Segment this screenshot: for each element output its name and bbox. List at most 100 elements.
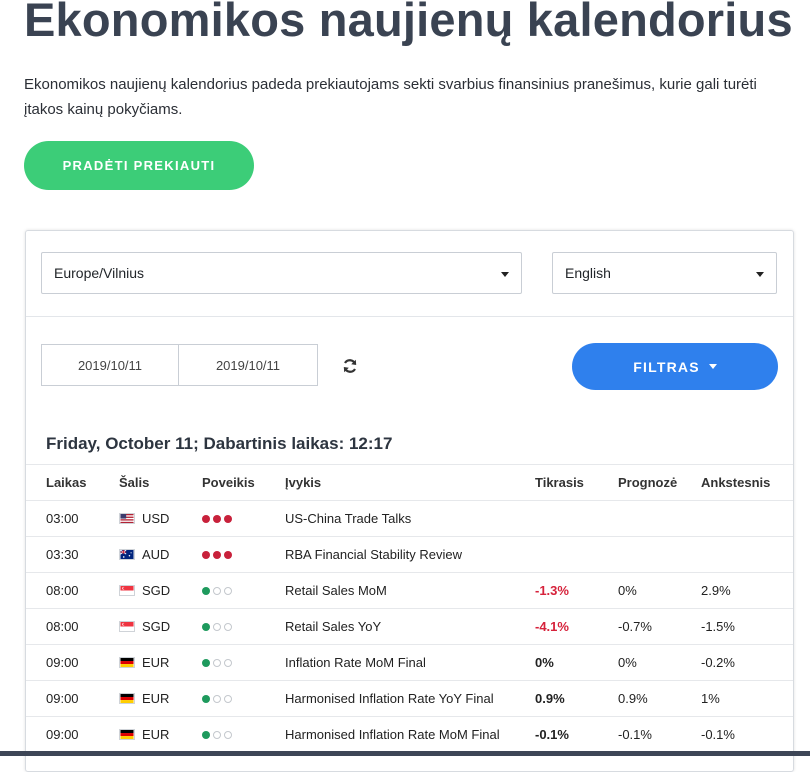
caret-down-icon [708,364,717,369]
bottom-bar [0,751,810,756]
impact-dot-icon [224,551,232,559]
impact-dot-icon [213,731,221,739]
timezone-value: Europe/Vilnius [54,265,145,281]
impact-dot-icon [213,551,221,559]
column-header-time: Laikas [46,475,87,490]
intro-text: Ekonomikos naujienų kalendorius padeda p… [24,76,757,118]
event-actual: -0.1% [535,727,569,742]
event-name[interactable]: Harmonised Inflation Rate MoM Final [285,717,500,753]
event-name[interactable]: Retail Sales MoM [285,573,387,609]
table-row[interactable]: 03:00 USD US-China Trade Talks [26,500,793,537]
table-header: Laikas Šalis Poveikis Įvykis Tikrasis Pr… [26,464,793,501]
event-time: 09:00 [46,727,79,742]
event-previous: 2.9% [701,583,731,598]
language-select[interactable]: English [552,252,777,294]
impact-dot-icon [224,695,232,703]
column-header-previous: Ankstesnis [701,475,771,490]
au-flag-icon [119,549,135,560]
impact-dot-icon [202,551,210,559]
event-currency: AUD [142,547,170,562]
chevron-down-icon [756,272,764,277]
impact-indicator [202,551,232,559]
table-row[interactable]: 08:00 SGD Retail Sales MoM -1.3% 0% 2.9% [26,572,793,609]
us-flag-icon [119,513,135,524]
impact-dot-icon [213,659,221,667]
event-currency: USD [142,511,170,526]
language-value: English [565,265,611,281]
impact-dot-icon [202,623,210,631]
event-time: 09:00 [46,691,79,706]
column-header-event: Įvykis [285,475,322,490]
event-previous: -0.1% [701,727,735,742]
economic-calendar-widget: Europe/Vilnius English 2019/10/11 2019/1… [25,230,794,772]
event-name[interactable]: US-China Trade Talks [285,501,411,537]
chevron-down-icon [501,272,509,277]
event-time: 03:30 [46,547,79,562]
event-currency: EUR [142,691,170,706]
filter-button[interactable]: FILTRAS [572,343,778,390]
date-from-input[interactable]: 2019/10/11 [41,344,179,386]
timezone-select[interactable]: Europe/Vilnius [41,252,522,294]
event-name[interactable]: Harmonised Inflation Rate YoY Final [285,681,494,717]
impact-dot-icon [202,731,210,739]
table-row[interactable]: 09:00 EUR Harmonised Inflation Rate MoM Fi… [26,716,793,753]
impact-dot-icon [224,731,232,739]
sg-flag-icon [119,621,135,632]
impact-indicator [202,731,232,739]
table-row[interactable]: 08:00 SGD Retail Sales YoY -4.1% -0.7% -1.5% [26,608,793,645]
column-header-country: Šalis [119,475,150,490]
event-actual: -4.1% [535,619,569,634]
de-flag-icon [119,729,135,740]
page-title: Ekonomikos naujienų kalendorius [24,0,793,46]
event-previous: -1.5% [701,619,735,634]
impact-dot-icon [202,695,210,703]
de-flag-icon [119,693,135,704]
event-forecast: 0% [618,583,637,598]
impact-dot-icon [224,623,232,631]
event-forecast: 0.9% [618,691,648,706]
event-forecast: 0% [618,655,637,670]
start-trading-button[interactable]: PRADĖTI PREKIAUTI [24,141,254,190]
sg-flag-icon [119,585,135,596]
event-forecast: -0.1% [618,727,652,742]
refresh-icon[interactable] [342,358,358,374]
impact-indicator [202,587,232,595]
table-row[interactable]: 09:00 EUR Inflation Rate MoM Final 0% 0% -0.2… [26,644,793,681]
impact-dot-icon [213,515,221,523]
column-header-actual: Tikrasis [535,475,584,490]
event-name[interactable]: Inflation Rate MoM Final [285,645,426,681]
event-time: 03:00 [46,511,79,526]
event-previous: -0.2% [701,655,735,670]
impact-indicator [202,515,232,523]
impact-dot-icon [224,515,232,523]
divider [26,316,793,317]
event-forecast: -0.7% [618,619,652,634]
event-name[interactable]: Retail Sales YoY [285,609,381,645]
event-name[interactable]: RBA Financial Stability Review [285,537,462,573]
table-row[interactable]: 09:00 EUR Harmonised Inflation Rate YoY Fi… [26,680,793,717]
de-flag-icon [119,657,135,668]
column-header-impact: Poveikis [202,475,255,490]
impact-indicator [202,659,232,667]
column-header-forecast: Prognozė [618,475,678,490]
event-actual: 0.9% [535,691,565,706]
filter-button-label: FILTRAS [633,358,700,375]
event-currency: SGD [142,583,171,598]
impact-dot-icon [213,587,221,595]
impact-dot-icon [202,515,210,523]
event-previous: 1% [701,691,720,706]
date-to-input[interactable]: 2019/10/11 [178,344,318,386]
impact-indicator [202,623,232,631]
event-time: 09:00 [46,655,79,670]
event-currency: SGD [142,619,171,634]
event-time: 08:00 [46,619,79,634]
event-actual: 0% [535,655,554,670]
event-time: 08:00 [46,583,79,598]
impact-dot-icon [213,623,221,631]
day-heading: Friday, October 11; Dabartinis laikas: 1… [46,434,393,453]
table-row[interactable]: 03:30 AUD RBA Financial Stability Review [26,536,793,573]
impact-indicator [202,695,232,703]
event-currency: EUR [142,655,170,670]
impact-dot-icon [202,659,210,667]
impact-dot-icon [202,587,210,595]
